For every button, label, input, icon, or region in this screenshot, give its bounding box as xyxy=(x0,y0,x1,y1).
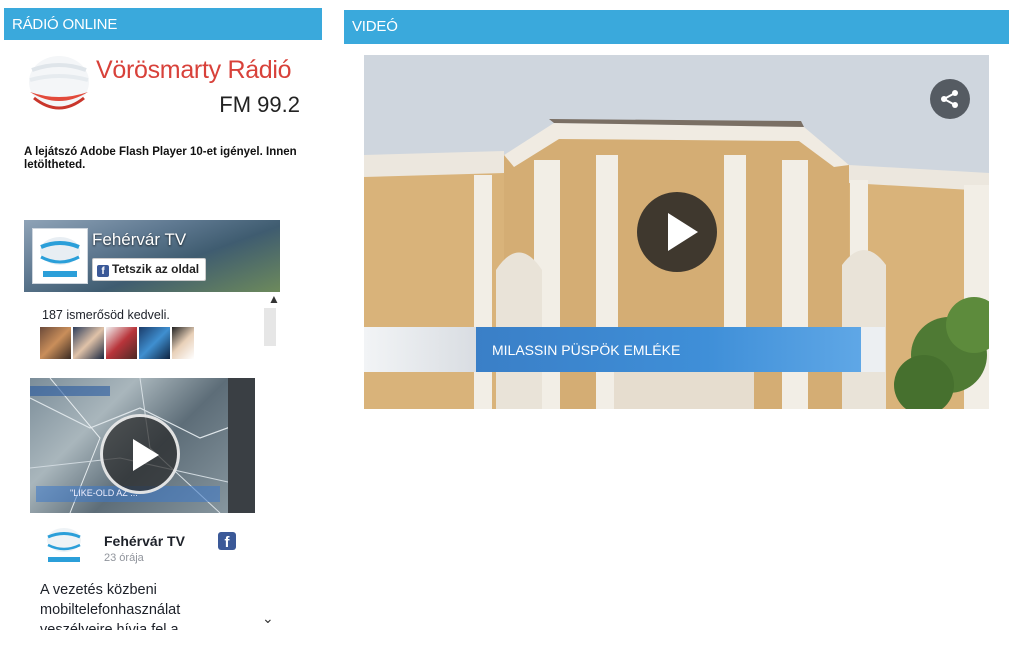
fehervar-tv-logo[interactable] xyxy=(32,228,88,284)
post-timestamp[interactable]: 23 órája xyxy=(104,552,144,564)
flash-player-note[interactable]: A lejátszó Adobe Flash Player 10-et igén… xyxy=(24,146,314,172)
avatar[interactable] xyxy=(139,327,170,359)
fehervar-tv-avatar-icon[interactable] xyxy=(42,524,86,566)
facebook-page-cover[interactable]: Fehérvár TV f Tetszik az oldal xyxy=(24,220,280,292)
like-page-button[interactable]: f Tetszik az oldal xyxy=(92,258,207,281)
avatar[interactable] xyxy=(106,327,137,359)
radio-online-header: RÁDIÓ ONLINE xyxy=(4,8,322,40)
friends-like-count: 187 ismerősöd kedveli. xyxy=(42,308,170,322)
title-bar-left-panel xyxy=(364,327,476,372)
facebook-icon: f xyxy=(97,265,109,277)
chevron-up-icon[interactable]: ▲ xyxy=(268,292,280,306)
video-player[interactable]: MILASSIN PÜSPÖK EMLÉKE xyxy=(364,55,989,409)
chevron-down-icon[interactable]: ⌄ xyxy=(262,610,274,627)
post-author[interactable]: Fehérvár TV xyxy=(104,533,185,549)
post-header: Fehérvár TV 23 órája f xyxy=(42,524,272,570)
tv-logo-icon xyxy=(40,237,80,277)
title-bar-right-panel xyxy=(861,327,885,372)
avatar[interactable] xyxy=(40,327,71,359)
facebook-icon[interactable]: f xyxy=(218,532,236,551)
play-icon[interactable] xyxy=(100,414,180,494)
radio-name: Vörösmarty Rádió xyxy=(96,56,292,84)
post-text: A vezetés közbeni mobiltelefonhasználat … xyxy=(40,582,181,630)
facebook-video-thumbnail[interactable]: "LIKE-OLD AZ ... xyxy=(30,378,255,513)
video-title: MILASSIN PÜSPÖK EMLÉKE xyxy=(492,342,681,358)
radio-logo[interactable]: Vörösmarty Rádió FM 99.2 xyxy=(24,50,314,124)
radio-frequency: FM 99.2 xyxy=(219,92,300,117)
video-title-bar[interactable]: MILASSIN PÜSPÖK EMLÉKE xyxy=(476,327,861,372)
video-header: VIDEÓ xyxy=(344,10,1009,44)
like-page-label: Tetszik az oldal xyxy=(112,262,200,276)
share-icon xyxy=(941,90,958,108)
facebook-feed[interactable]: ▲ 187 ismerősöd kedveli. "LIKE-OLD AZ ..… xyxy=(28,292,280,630)
avatar[interactable] xyxy=(172,327,194,359)
friend-avatars xyxy=(40,327,194,359)
scrollbar-thumb[interactable] xyxy=(264,308,276,346)
radio-globe-icon xyxy=(29,56,89,110)
play-icon[interactable] xyxy=(637,192,717,272)
avatar[interactable] xyxy=(73,327,104,359)
facebook-page-name[interactable]: Fehérvár TV xyxy=(92,230,186,250)
share-button[interactable] xyxy=(930,79,970,119)
